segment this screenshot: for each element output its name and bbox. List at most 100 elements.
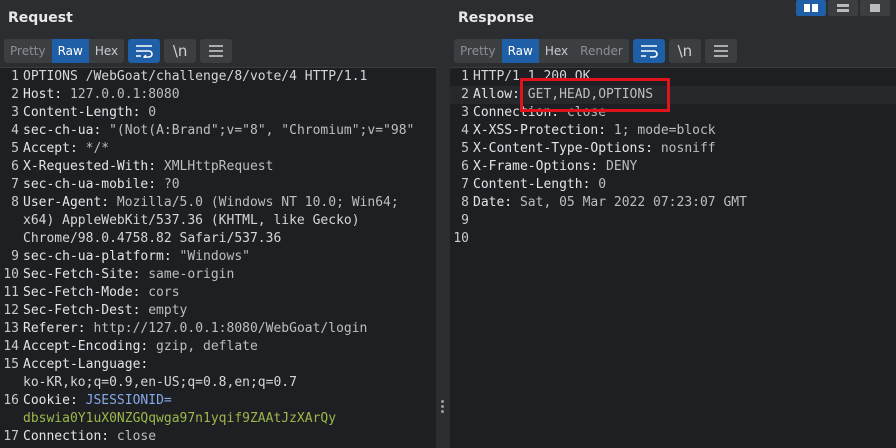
request-line: 3 Content-Length: 0 [0, 104, 436, 122]
line-key: Cookie: [23, 393, 78, 408]
request-tab-hex[interactable]: Hex [89, 39, 124, 63]
line-val: */* [77, 141, 110, 156]
line-text: sec-ch-ua: "(Not(A:Brand";v="8", "Chromi… [23, 122, 414, 140]
line-number: 6 [11, 159, 19, 174]
newline-icon: \n [172, 42, 188, 60]
line-number: 10 [3, 267, 19, 282]
response-tab-hex[interactable]: Hex [539, 39, 574, 63]
line-text: HTTP/1.1 200 OK [473, 69, 591, 84]
line-number: 5 [11, 141, 19, 156]
line-number: 6 [461, 159, 469, 174]
request-title: Request [8, 10, 73, 26]
line-text: Chrome/98.0.4758.82 Safari/537.36 [23, 230, 281, 248]
request-line: 13 Referer: http://127.0.0.1:8080/WebGoat… [0, 320, 436, 338]
line-val: http://127.0.0.1:8080/WebGoat/login [85, 321, 368, 336]
line-key: Connection: [23, 429, 110, 444]
line-number: 14 [3, 339, 19, 354]
response-editor[interactable]: 1 HTTP/1.1 200 OK 2 Allow: GET,HEAD,OPTIONS… [450, 67, 896, 448]
response-line: 4 X-XSS-Protection: 1; mode=block [450, 122, 896, 140]
response-tab-render[interactable]: Render [574, 39, 629, 63]
line-text: Accept: */* [23, 140, 109, 158]
line-number: 1 [11, 69, 19, 84]
response-newline-button[interactable]: \n [668, 39, 701, 63]
line-number: 9 [11, 249, 19, 264]
line-number: 2 [11, 87, 19, 102]
line-text: Sec-Fetch-Site: same-origin [23, 266, 234, 284]
line-text: ko-KR,ko;q=0.9,en-US;q=0.8,en;q=0.7 [23, 375, 297, 390]
response-wrap-button[interactable] [632, 39, 665, 63]
line-val: close [109, 429, 157, 444]
menu-icon [209, 45, 224, 57]
request-line: 5 Accept: */* [0, 140, 436, 158]
line-number [0, 212, 23, 230]
response-toolbar: Pretty Raw Hex Render \n [454, 38, 741, 64]
request-menu-button[interactable] [200, 39, 233, 63]
response-line: 2 Allow: GET,HEAD,OPTIONS [450, 86, 896, 104]
request-line: 14 Accept-Encoding: gzip, deflate [0, 338, 436, 356]
layout-horizontal-button[interactable] [828, 0, 858, 16]
line-val: 1; mode=block [606, 123, 716, 138]
line-text: Date: Sat, 05 Mar 2022 07:23:07 GMT [473, 194, 747, 212]
line-cookie-name: JSESSIONID= [77, 393, 172, 408]
line-val: GET,HEAD,OPTIONS [519, 87, 654, 102]
line-val: Mozilla/5.0 (Windows NT 10.0; Win64; [109, 195, 399, 210]
line-number: 2 [461, 87, 469, 102]
response-line: 6 X-Frame-Options: DENY [450, 158, 896, 176]
response-tab-pretty[interactable]: Pretty [454, 39, 502, 63]
request-editor[interactable]: 1 OPTIONS /WebGoat/challenge/8/vote/4 HTT… [0, 67, 436, 448]
drag-handle-icon[interactable] [441, 400, 445, 414]
line-text: Referer: http://127.0.0.1:8080/WebGoat/l… [23, 320, 367, 338]
request-newline-button[interactable]: \n [164, 39, 197, 63]
line-val: DENY [598, 159, 638, 174]
request-line: Chrome/98.0.4758.82 Safari/537.36 [0, 230, 436, 248]
line-key: Sec-Fetch-Dest: [23, 303, 141, 318]
request-line: 15 Accept-Language: [0, 356, 436, 374]
request-line: 17 Connection: close [0, 428, 436, 446]
line-val: cors [140, 285, 180, 300]
request-line: 8 User-Agent: Mozilla/5.0 (Windows NT 10.… [0, 194, 436, 212]
response-view-tabs: Pretty Raw Hex Render [454, 39, 629, 63]
response-tab-raw[interactable]: Raw [501, 39, 539, 63]
line-text: X-Frame-Options: DENY [473, 158, 637, 176]
response-line: 8 Date: Sat, 05 Mar 2022 07:23:07 GMT [450, 194, 896, 212]
wrap-icon [136, 45, 153, 58]
line-val: "Windows" [171, 249, 250, 264]
line-val: XMLHttpRequest [156, 159, 274, 174]
line-text: Host: 127.0.0.1:8080 [23, 86, 180, 104]
request-tab-pretty[interactable]: Pretty [4, 39, 52, 63]
request-view-tabs: Pretty Raw Hex [4, 39, 125, 63]
line-number [0, 230, 23, 248]
line-key: X-XSS-Protection: [473, 123, 607, 138]
response-title: Response [458, 10, 535, 26]
response-menu-button[interactable] [704, 39, 737, 63]
line-val: gzip, deflate [148, 339, 258, 354]
request-tab-raw[interactable]: Raw [51, 39, 89, 63]
line-number: 12 [3, 303, 19, 318]
line-text: Content-Length: 0 [23, 104, 156, 122]
line-number: 3 [11, 105, 19, 120]
line-key: X-Content-Type-Options: [473, 141, 654, 156]
line-text: x64) AppleWebKit/537.36 (KHTML, like Gec… [23, 212, 360, 230]
line-text: Allow: GET,HEAD,OPTIONS [473, 86, 653, 104]
line-key: Sec-Fetch-Site: [23, 267, 141, 282]
layout-side-by-side-button[interactable] [796, 0, 826, 16]
request-line: 10 Sec-Fetch-Site: same-origin [0, 266, 436, 284]
line-val: same-origin [140, 267, 235, 282]
layout-vertical-icon [870, 4, 880, 12]
wrap-icon [640, 45, 658, 58]
line-number: 16 [3, 393, 19, 408]
pane-divider[interactable] [436, 0, 450, 448]
line-text: Content-Length: 0 [473, 176, 606, 194]
line-key: Content-Length: [23, 105, 141, 120]
line-number: 10 [453, 231, 469, 246]
line-number: 7 [11, 177, 19, 192]
line-key: Sec-Fetch-Mode: [23, 285, 141, 300]
line-text: OPTIONS /WebGoat/challenge/8/vote/4 HTTP… [23, 69, 368, 84]
line-val: 127.0.0.1:8080 [62, 87, 180, 102]
request-line: ko-KR,ko;q=0.9,en-US;q=0.8,en;q=0.7 [0, 374, 436, 392]
response-pane: Response Pretty Raw Hex Render \n 1 HTTP/… [450, 0, 896, 448]
line-key: Accept-Language: [23, 357, 149, 372]
line-number: 9 [461, 213, 469, 228]
layout-vertical-button[interactable] [860, 0, 890, 16]
request-wrap-button[interactable] [128, 39, 161, 63]
